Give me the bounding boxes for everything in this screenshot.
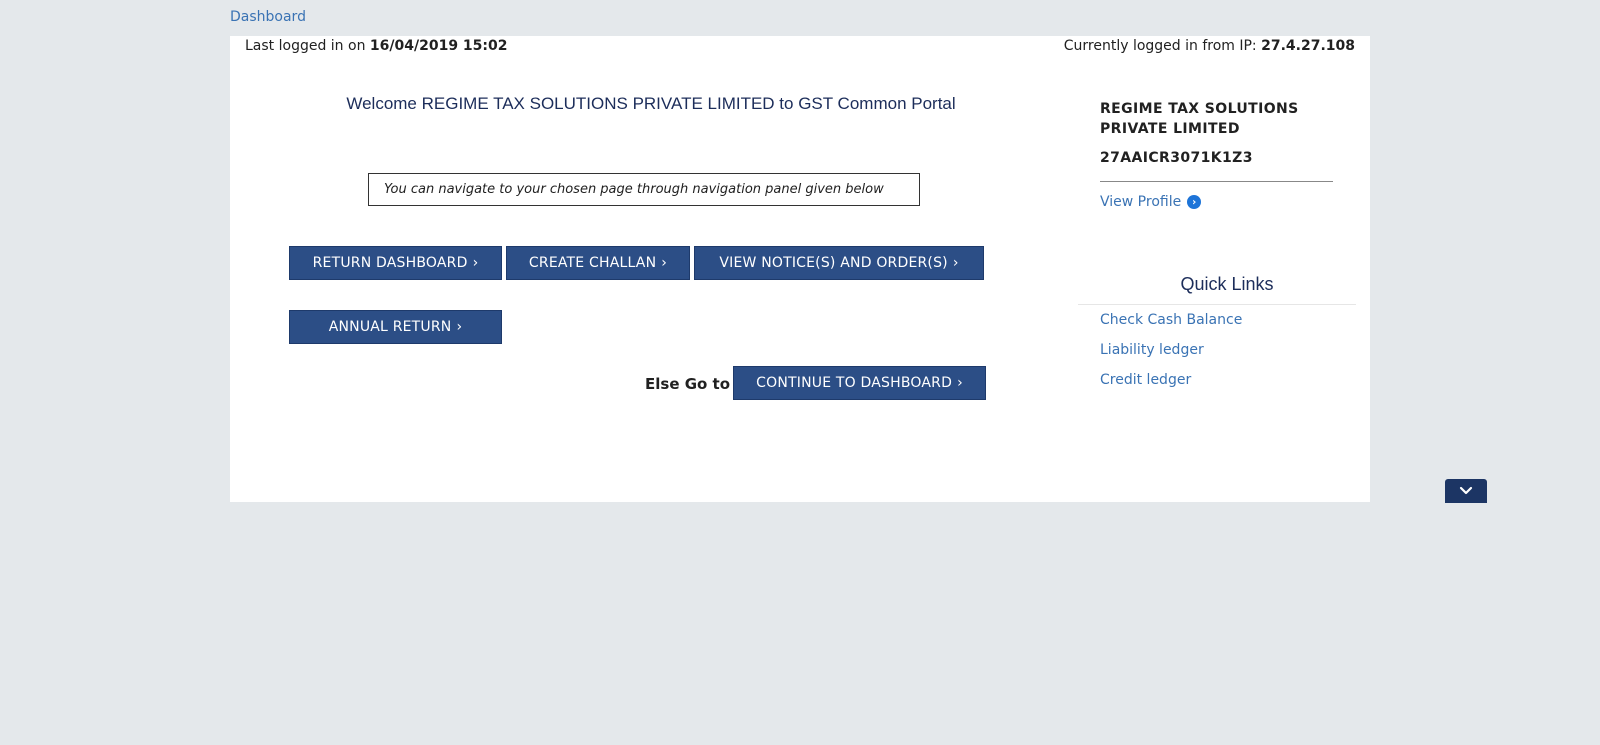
chevron-right-icon: ›: [456, 319, 463, 335]
circle-chevron-right-icon: ›: [1187, 195, 1202, 209]
else-go-text: Else Go to: [645, 375, 731, 393]
welcome-message: Welcome REGIME TAX SOLUTIONS PRIVATE LIM…: [346, 94, 956, 113]
ip-label: Currently logged in from IP:: [1063, 38, 1257, 54]
profile-divider: [1100, 181, 1333, 182]
quick-link-liability-ledger[interactable]: Liability ledger: [1100, 342, 1204, 358]
view-notices-label: VIEW NOTICE(S) AND ORDER(S): [719, 255, 948, 271]
last-login-info: Last logged in on 16/04/2019 15:02: [245, 38, 508, 54]
create-challan-label: CREATE CHALLAN: [528, 255, 657, 271]
chevron-right-icon: ›: [661, 255, 668, 271]
navigation-hint: You can navigate to your chosen page thr…: [368, 173, 920, 206]
annual-return-button[interactable]: ANNUAL RETURN ›: [289, 310, 502, 344]
view-profile-link[interactable]: View Profile ›: [1100, 194, 1202, 210]
profile-gstin: 27AAICR3071K1Z3: [1100, 150, 1253, 166]
annual-return-label: ANNUAL RETURN: [328, 319, 452, 335]
profile-name: REGIME TAX SOLUTIONS PRIVATE LIMITED: [1100, 101, 1299, 137]
view-notices-button[interactable]: VIEW NOTICE(S) AND ORDER(S) ›: [694, 246, 984, 280]
ip-info: Currently logged in from IP: 27.4.27.108: [1064, 38, 1355, 54]
dashboard-panel: Last logged in on 16/04/2019 15:02 Curre…: [230, 36, 1370, 502]
chevron-down-icon: [1459, 486, 1473, 495]
return-dashboard-button[interactable]: RETURN DASHBOARD ›: [289, 246, 502, 280]
ip-value: 27.4.27.108: [1261, 38, 1355, 54]
chevron-right-icon: ›: [957, 375, 963, 391]
create-challan-button[interactable]: CREATE CHALLAN ›: [506, 246, 690, 280]
quick-link-credit-ledger[interactable]: Credit ledger: [1100, 372, 1191, 388]
quick-link-check-cash-balance[interactable]: Check Cash Balance: [1100, 312, 1242, 328]
return-dashboard-label: RETURN DASHBOARD: [312, 255, 468, 271]
breadcrumb-dashboard[interactable]: Dashboard: [230, 9, 306, 25]
chevron-right-icon: ›: [952, 255, 959, 271]
view-profile-label: View Profile: [1100, 194, 1182, 210]
continue-to-dashboard-button[interactable]: CONTINUE TO DASHBOARD ›: [733, 366, 986, 400]
continue-dashboard-label: CONTINUE TO DASHBOARD: [756, 375, 953, 391]
quick-links-divider: [1078, 304, 1356, 305]
last-login-label: Last logged in on: [245, 38, 366, 54]
else-go-to-label: Else Go to»: [645, 375, 742, 393]
chevron-right-icon: ›: [472, 255, 479, 271]
last-login-value: 16/04/2019 15:02: [369, 38, 508, 54]
scroll-down-button[interactable]: [1445, 479, 1487, 503]
quick-links-title: Quick Links: [1180, 274, 1274, 294]
